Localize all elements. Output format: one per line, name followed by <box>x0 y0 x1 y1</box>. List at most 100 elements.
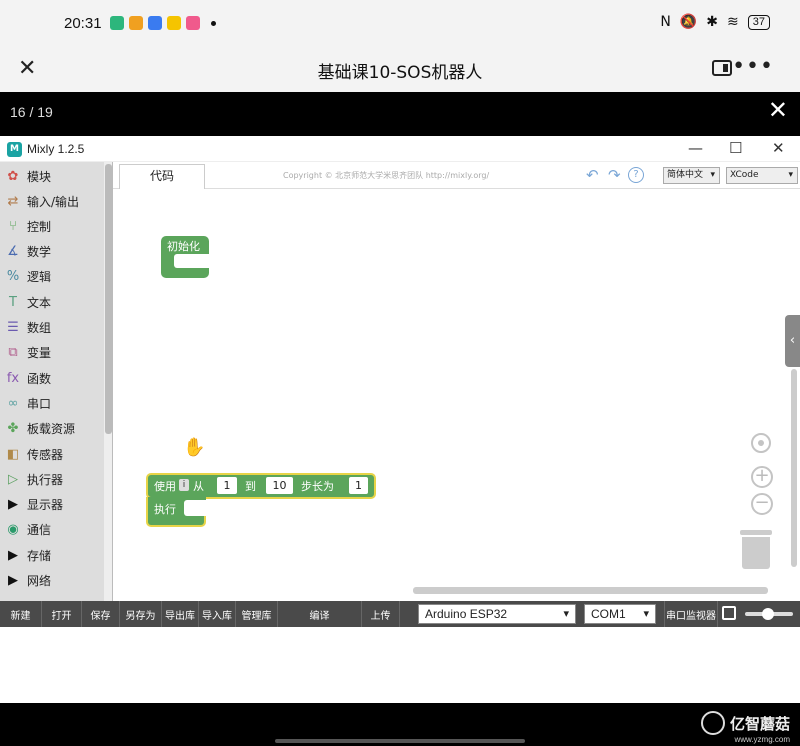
for-exec-label: 执行 <box>154 503 176 516</box>
app-bar: ✕ 基础课10-SOS机器人 ••• <box>0 50 800 92</box>
window-title: Mixly 1.2.5 <box>27 142 85 156</box>
page-indicator: 16 / 19 <box>10 104 53 120</box>
toolbar-button-5[interactable]: 导入库 <box>199 601 236 627</box>
network-icon: ▶ <box>8 573 18 588</box>
output-console[interactable] <box>0 627 800 703</box>
sidebar-item-storage[interactable]: ▶ 存储 <box>0 543 104 567</box>
for-loop-slot <box>184 500 208 516</box>
sidebar-item-function[interactable]: fx 函数 <box>0 366 104 390</box>
floating-window-icon[interactable] <box>712 60 732 76</box>
theme-select[interactable]: XCode <box>726 167 798 184</box>
sidebar-item-variable[interactable]: ⧉ 变量 <box>0 341 104 365</box>
toolbar-button-2[interactable]: 保存 <box>82 601 120 627</box>
side-panel-toggle[interactable]: ‹ <box>785 315 800 367</box>
toolbar-button-4[interactable]: 导出库 <box>162 601 199 627</box>
control-icon: ⑂ <box>9 218 17 234</box>
home-indicator[interactable] <box>275 739 525 743</box>
sidebar-item-logic[interactable]: % 逻辑 <box>0 265 104 289</box>
sidebar-header: ✿ 模块 <box>0 164 104 188</box>
sidebar-item-array[interactable]: ☰ 数组 <box>0 316 104 340</box>
maximize-button[interactable]: ☐ <box>729 139 742 157</box>
redo-icon[interactable]: ↷ <box>608 166 621 184</box>
toolbar-button-7[interactable]: 编译 <box>278 601 362 627</box>
board-select[interactable]: Arduino ESP32 <box>418 604 576 624</box>
recenter-icon[interactable] <box>751 433 771 453</box>
page-title: 基础课10-SOS机器人 <box>317 63 483 83</box>
hand-cursor-icon: ✋ <box>183 437 206 458</box>
wifi-icon: ≋ <box>727 14 739 30</box>
status-bar: 20:31 N 🔕 ✱ ≋ 37 <box>0 0 800 50</box>
port-select[interactable]: COM1 <box>584 604 656 624</box>
sidebar-item-label: 显示器 <box>27 498 64 513</box>
workspace-vertical-scrollbar[interactable] <box>791 369 797 567</box>
app-icon-4 <box>167 16 181 30</box>
sidebar-header-label: 模块 <box>27 169 52 184</box>
minimize-button[interactable]: — <box>688 139 703 157</box>
trash-icon[interactable] <box>740 530 772 570</box>
toolbar-button-6[interactable]: 管理库 <box>236 601 278 627</box>
toolbar-button-0[interactable]: 新建 <box>0 601 42 627</box>
mixly-logo-icon: M <box>7 142 22 157</box>
sidebar-scroll-thumb[interactable] <box>105 164 112 434</box>
slider-knob[interactable] <box>762 608 774 620</box>
app-icon-1 <box>110 16 124 30</box>
sidebar-item-comm[interactable]: ◉ 通信 <box>0 518 104 542</box>
watermark-url: www.yzmg.com <box>734 735 790 744</box>
for-use-label: 使用 <box>154 480 176 493</box>
sidebar-scrollbar[interactable] <box>104 162 112 610</box>
watermark: 亿智蘑菇 <box>700 711 790 735</box>
setup-block[interactable]: 初始化 <box>161 236 209 278</box>
viewer-close-icon[interactable]: ✕ <box>768 96 788 124</box>
tab-code[interactable]: 代码 <box>119 164 205 189</box>
block-category-sidebar: ✿ 模块 ⇄ 输入/输出 ⑂ 控制 ∡ 数学% 逻辑 T 文本 ☰ 数组 ⧉ 变量 fx 函数 ∞ 串口 ✤ 板载资… <box>0 162 113 610</box>
toolbar-button-8[interactable]: 上传 <box>362 601 400 627</box>
status-indicators: N 🔕 ✱ ≋ 37 <box>660 14 770 30</box>
sidebar-item-actuator[interactable]: ▷ 执行器 <box>0 467 104 491</box>
sidebar-item-serial[interactable]: ∞ 串口 <box>0 391 104 415</box>
blocks-icon: ✿ <box>7 168 19 184</box>
sidebar-item-display[interactable]: ▶ 显示器 <box>0 493 104 517</box>
toolbar-button-3[interactable]: 另存为 <box>120 601 162 627</box>
app-icon-2 <box>129 16 143 30</box>
workspace-horizontal-scrollbar[interactable] <box>413 587 768 594</box>
sidebar-item-board[interactable]: ✤ 板载资源 <box>0 417 104 441</box>
phone-screen: 20:31 N 🔕 ✱ ≋ 37 ✕ 基础课10-SOS机器人 ••• 16 /… <box>0 0 800 746</box>
sidebar-item-sensor[interactable]: ◧ 传感器 <box>0 442 104 466</box>
more-options-icon[interactable]: ••• <box>732 54 774 79</box>
chip-icon[interactable] <box>722 606 736 620</box>
sidebar-item-label: 串口 <box>27 396 52 411</box>
for-to-input[interactable]: 10 <box>266 477 293 494</box>
for-loop-block[interactable]: 使用 i 从 1 到 10 步长为 1 执行 <box>146 473 376 527</box>
sidebar-item-label: 传感器 <box>27 447 64 462</box>
for-from-input[interactable]: 1 <box>217 477 237 494</box>
for-step-input[interactable]: 1 <box>349 477 368 494</box>
sidebar-item-label: 存储 <box>27 548 52 563</box>
for-variable[interactable]: i <box>179 479 189 491</box>
app-icon-3 <box>148 16 162 30</box>
language-select[interactable]: 简体中文 <box>663 167 720 184</box>
board-icon: ✤ <box>7 421 19 437</box>
window-close-button[interactable]: ✕ <box>772 139 785 157</box>
mute-icon: 🔕 <box>679 14 698 30</box>
help-icon[interactable]: ? <box>628 167 644 183</box>
sidebar-item-label: 通信 <box>27 523 52 538</box>
toolbar-button-1[interactable]: 打开 <box>42 601 82 627</box>
sidebar-item-label: 文本 <box>27 295 52 310</box>
sidebar-item-math[interactable]: ∡ 数学 <box>0 240 104 264</box>
watermark-logo-icon <box>700 711 725 735</box>
copyright-text: Copyright © 北京师范大学米思齐团队 http://mixly.org… <box>283 171 490 180</box>
sidebar-item-text[interactable]: T 文本 <box>0 290 104 314</box>
baud-slider[interactable] <box>745 608 793 620</box>
zoom-out-button[interactable]: − <box>751 493 773 515</box>
block-workspace[interactable]: 初始化 ✋ 使用 i 从 1 到 10 步长为 1 执行 ‹ + − <box>113 189 800 601</box>
bottom-area: 亿智蘑菇 www.yzmg.com <box>0 703 800 746</box>
zoom-in-button[interactable]: + <box>751 466 773 488</box>
undo-icon[interactable]: ↶ <box>586 166 599 184</box>
sidebar-item-io[interactable]: ⇄ 输入/输出 <box>0 189 104 213</box>
window-titlebar: M Mixly 1.2.5 — ☐ ✕ <box>0 136 800 162</box>
sidebar-item-network[interactable]: ▶ 网络 <box>0 569 104 593</box>
nfc-icon: N <box>660 14 671 30</box>
sidebar-item-control[interactable]: ⑂ 控制 <box>0 214 104 238</box>
serial-monitor-button[interactable]: 串口监视器 <box>664 601 718 627</box>
array-icon: ☰ <box>7 320 19 335</box>
